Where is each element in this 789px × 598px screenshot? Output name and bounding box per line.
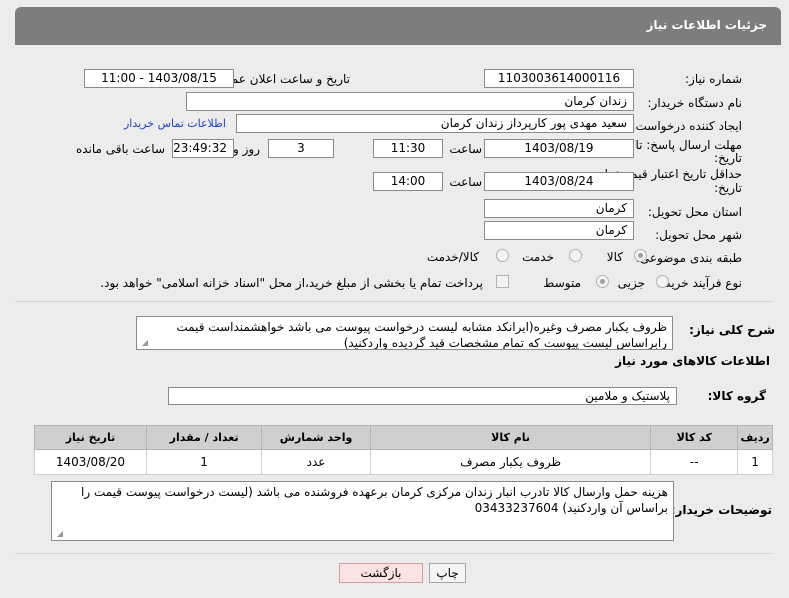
- process-medium-label: متوسط: [543, 276, 581, 290]
- deadline-date-suffix: تاریخ:: [714, 151, 742, 165]
- announce-datetime-field[interactable]: 1403/08/15 - 11:00: [84, 69, 234, 88]
- category-service-label: خدمت: [522, 250, 554, 264]
- remaining-time-field[interactable]: 23:49:32: [172, 139, 234, 158]
- resize-grip-icon: ◢: [141, 338, 148, 347]
- goods-group-field[interactable]: پلاستیک و ملامین: [168, 387, 677, 405]
- goods-info-heading: اطلاعات کالاهای مورد نیاز: [615, 354, 770, 368]
- col-unit: واحد شمارش: [261, 425, 371, 450]
- need-number-label: شماره نیاز:: [685, 72, 742, 86]
- remaining-label: ساعت باقی مانده: [75, 142, 165, 156]
- validity-date-suffix: تاریخ:: [714, 181, 742, 195]
- cell-row-number: 1: [737, 449, 773, 475]
- buyer-notes-text: هزینه حمل وارسال کالا تادرب انبار زندان …: [81, 485, 668, 515]
- back-button[interactable]: بازگشت: [339, 563, 423, 583]
- buyer-contact-link[interactable]: اطلاعات تماس خریدار: [124, 117, 226, 130]
- deadline-time-field[interactable]: 11:30: [373, 139, 443, 158]
- deadline-label: مهلت ارسال پاسخ: تا: [635, 138, 742, 152]
- treasury-bonds-checkbox[interactable]: [496, 275, 509, 288]
- col-item-name: نام کالا: [369, 425, 652, 450]
- validity-time-field[interactable]: 14:00: [373, 172, 443, 191]
- validity-hour-label: ساعت: [449, 175, 482, 189]
- category-goods-label: کالا: [606, 250, 623, 264]
- cell-unit: عدد: [261, 449, 371, 475]
- cell-need-date: 1403/08/20: [34, 449, 147, 475]
- province-field[interactable]: کرمان: [484, 199, 634, 218]
- province-label: استان محل تحویل:: [647, 205, 742, 219]
- goods-table: ردیف کد کالا نام کالا واحد شمارش تعداد /…: [34, 425, 773, 475]
- footer-divider: [15, 553, 773, 554]
- category-goods-service-radio[interactable]: [496, 249, 509, 262]
- category-label: طبقه بندی موضوعی:: [635, 251, 742, 265]
- section-divider: [15, 301, 773, 302]
- description-textarea[interactable]: ظروف یکبار مصرف وغیره(ایرانکد مشابه لیست…: [136, 316, 673, 350]
- header-bar: جزئیات اطلاعات نیاز: [15, 7, 781, 45]
- validity-date-field[interactable]: 1403/08/24: [484, 172, 634, 191]
- buyer-notes-textarea[interactable]: هزینه حمل وارسال کالا تادرب انبار زندان …: [51, 481, 674, 541]
- deadline-date-field[interactable]: 1403/08/19: [484, 139, 634, 158]
- page-title: جزئیات اطلاعات نیاز: [646, 18, 767, 32]
- city-field[interactable]: کرمان: [484, 221, 634, 240]
- resize-grip-icon: ◢: [56, 529, 63, 538]
- buyer-org-label: نام دستگاه خریدار:: [647, 96, 743, 110]
- process-medium-radio[interactable]: [596, 275, 609, 288]
- buyer-org-field[interactable]: زندان کرمان: [186, 92, 634, 111]
- col-need-date: تاریخ نیاز: [34, 425, 147, 450]
- table-header-row: ردیف کد کالا نام کالا واحد شمارش تعداد /…: [34, 425, 773, 450]
- process-type-label: نوع فرآیند خرید :: [657, 276, 742, 290]
- days-and-label: روز و: [233, 142, 260, 156]
- process-minor-label: جزیی: [617, 276, 645, 290]
- deadline-hour-label: ساعت: [449, 142, 482, 156]
- process-minor-radio[interactable]: [656, 275, 669, 288]
- buyer-notes-label: توضیحات خریدار:: [670, 503, 772, 517]
- description-label: شرح کلی نیاز:: [689, 323, 775, 337]
- requester-label: ایجاد کننده درخواست:: [631, 119, 742, 133]
- category-goods-radio[interactable]: [634, 249, 647, 262]
- need-number-field[interactable]: 1103003614000116: [484, 69, 634, 88]
- remaining-days-field[interactable]: 3: [268, 139, 334, 158]
- print-button[interactable]: چاپ: [429, 563, 466, 583]
- description-text: ظروف یکبار مصرف وغیره(ایرانکد مشابه لیست…: [176, 320, 667, 350]
- category-goods-service-label: کالا/خدمت: [426, 250, 479, 264]
- treasury-bonds-note: پرداخت تمام یا بخشی از مبلغ خرید،از محل …: [100, 276, 483, 290]
- city-label: شهر محل تحویل:: [655, 228, 742, 242]
- category-service-radio[interactable]: [569, 249, 582, 262]
- goods-group-label: گروه کالا:: [707, 389, 766, 403]
- col-quantity: تعداد / مقدار: [145, 425, 263, 450]
- cell-quantity: 1: [145, 449, 263, 475]
- col-item-code: کد کالا: [650, 425, 739, 450]
- cell-item-name: ظروف یکبار مصرف: [369, 449, 652, 475]
- table-row[interactable]: 1 -- ظروف یکبار مصرف عدد 1 1403/08/20: [34, 449, 773, 475]
- requester-field[interactable]: سعید مهدی پور کارپرداز زندان کرمان: [236, 114, 634, 133]
- col-row-number: ردیف: [737, 425, 773, 450]
- cell-item-code: --: [650, 449, 739, 475]
